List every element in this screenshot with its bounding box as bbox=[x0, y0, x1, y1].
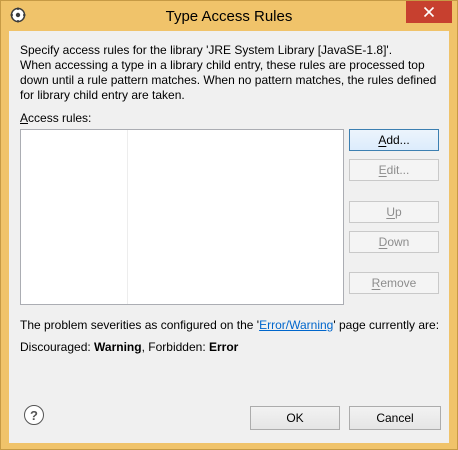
close-button[interactable] bbox=[406, 1, 452, 23]
access-rules-label: Access rules: bbox=[20, 111, 91, 125]
forbidden-value: Error bbox=[208, 340, 239, 354]
access-rules-label-mnemonic: A bbox=[20, 111, 29, 125]
severity-values: Discouraged: Warning, Forbidden: Error bbox=[20, 340, 238, 354]
severity-info: The problem severities as configured on … bbox=[20, 318, 439, 332]
down-button-mnemonic: D bbox=[378, 235, 388, 249]
type-access-rules-dialog: Type Access Rules Specify access rules f… bbox=[0, 0, 458, 450]
edit-button[interactable]: Edit... bbox=[349, 159, 439, 181]
discouraged-value: Warning bbox=[94, 340, 142, 354]
up-button[interactable]: Up bbox=[349, 201, 439, 223]
description: Specify access rules for the library 'JR… bbox=[20, 43, 440, 103]
forbidden-label: , Forbidden: bbox=[141, 340, 209, 354]
cancel-button[interactable]: Cancel bbox=[349, 406, 441, 430]
description-line: down until a rule pattern matches. When … bbox=[20, 73, 437, 87]
edit-button-mnemonic: E bbox=[378, 163, 387, 177]
add-button-mnemonic: A bbox=[378, 133, 387, 147]
access-rules-list[interactable] bbox=[20, 129, 344, 305]
add-button[interactable]: Add... bbox=[349, 129, 439, 151]
description-line: for library child entry are taken. bbox=[20, 88, 185, 102]
up-button-mnemonic: U bbox=[386, 205, 395, 219]
window-title: Type Access Rules bbox=[165, 8, 293, 25]
remove-button-mnemonic: R bbox=[371, 276, 381, 290]
down-button-label: own bbox=[387, 235, 410, 249]
error-warning-link[interactable]: Error/Warning bbox=[259, 318, 333, 332]
ok-button[interactable]: OK bbox=[250, 406, 340, 430]
discouraged-label: Discouraged: bbox=[20, 340, 95, 354]
help-icon[interactable]: ? bbox=[24, 405, 44, 425]
remove-button-label: emove bbox=[380, 276, 417, 290]
column-divider bbox=[127, 130, 128, 304]
dialog-content: Specify access rules for the library 'JR… bbox=[9, 31, 449, 443]
description-line: When accessing a type in a library child… bbox=[20, 58, 425, 72]
up-button-label: p bbox=[394, 205, 402, 219]
title-bar: Type Access Rules bbox=[1, 1, 457, 31]
close-icon bbox=[423, 6, 435, 18]
add-button-label: dd... bbox=[386, 133, 410, 147]
description-line: Specify access rules for the library 'JR… bbox=[20, 43, 393, 57]
down-button[interactable]: Down bbox=[349, 231, 439, 253]
access-rules-label-text: ccess rules: bbox=[28, 111, 92, 125]
severity-prefix: The problem severities as configured on … bbox=[20, 318, 260, 332]
edit-button-label: dit... bbox=[386, 163, 410, 177]
severity-suffix: ' page currently are: bbox=[333, 318, 440, 332]
remove-button[interactable]: Remove bbox=[349, 272, 439, 294]
